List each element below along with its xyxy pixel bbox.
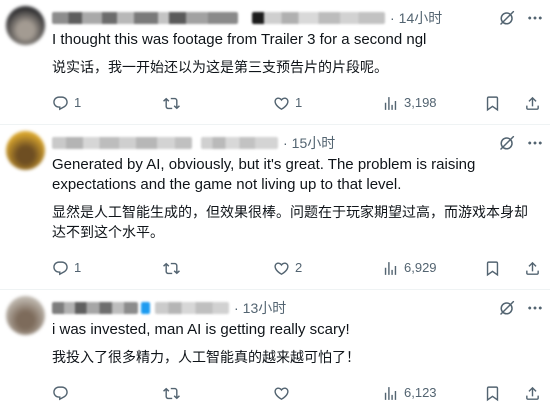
- reply-post[interactable]: · 14小时 I thought this was footage from T…: [0, 0, 550, 125]
- share-icon: [524, 260, 541, 277]
- action-bar: 6,123: [52, 383, 542, 403]
- retweet-button[interactable]: [163, 258, 180, 278]
- action-bar: 1 2 6,929: [52, 258, 542, 278]
- timestamp[interactable]: 15小时: [292, 133, 336, 153]
- bookmark-icon: [484, 260, 501, 277]
- timestamp[interactable]: 14小时: [399, 8, 443, 28]
- like-icon: [273, 95, 290, 112]
- reply-text: I thought this was footage from Trailer …: [52, 31, 427, 48]
- view-count: 6,929: [404, 260, 437, 275]
- post-header: · 15小时: [52, 133, 542, 153]
- blurred-display-name[interactable]: [52, 137, 192, 149]
- blurred-display-name[interactable]: [52, 12, 238, 24]
- blurred-handle[interactable]: [201, 137, 278, 149]
- retweet-icon: [163, 385, 180, 402]
- share-button[interactable]: [524, 258, 541, 278]
- separator-dot: ·: [234, 300, 239, 316]
- bookmark-button[interactable]: [484, 383, 501, 403]
- reply-text: i was invested, man AI is getting really…: [52, 321, 350, 338]
- grok-icon[interactable]: [498, 134, 516, 152]
- blurred-handle[interactable]: [252, 12, 385, 24]
- bookmark-button[interactable]: [484, 93, 501, 113]
- avatar[interactable]: [6, 6, 45, 45]
- separator-dot: ·: [390, 10, 395, 26]
- share-icon: [524, 385, 541, 402]
- views-icon: [382, 95, 399, 112]
- like-button[interactable]: 2: [273, 258, 302, 278]
- more-icon[interactable]: [526, 134, 544, 152]
- reply-text: Generated by AI, obviously, but it's gre…: [52, 156, 476, 193]
- reply-post[interactable]: · 15小时 Generated by AI, obviously, but i…: [0, 125, 550, 290]
- retweet-icon: [163, 260, 180, 277]
- reply-count: 1: [74, 260, 82, 275]
- blurred-display-name[interactable]: [52, 302, 138, 314]
- more-icon[interactable]: [526, 299, 544, 317]
- bookmark-icon: [484, 95, 501, 112]
- like-count: 2: [295, 260, 303, 275]
- reply-icon: [52, 260, 69, 277]
- grok-icon[interactable]: [498, 9, 516, 27]
- retweet-button[interactable]: [163, 93, 180, 113]
- verified-badge-icon: [141, 302, 150, 314]
- bookmark-icon: [484, 385, 501, 402]
- reply-button[interactable]: 1: [52, 93, 81, 113]
- avatar[interactable]: [6, 296, 45, 335]
- share-icon: [524, 95, 541, 112]
- reply-icon: [52, 95, 69, 112]
- translation-text: 说实话，我一开始还以为这是第三支预告片的片段呢。: [52, 59, 388, 75]
- views-button[interactable]: 3,198: [382, 93, 437, 113]
- views-icon: [382, 385, 399, 402]
- retweet-icon: [163, 95, 180, 112]
- more-icon[interactable]: [526, 9, 544, 27]
- reply-button[interactable]: [52, 383, 69, 403]
- like-icon: [273, 385, 290, 402]
- like-button[interactable]: [273, 383, 290, 403]
- like-icon: [273, 260, 290, 277]
- reply-count: 1: [74, 95, 82, 110]
- share-button[interactable]: [524, 383, 541, 403]
- share-button[interactable]: [524, 93, 541, 113]
- reply-post[interactable]: · 13小时 i was invested, man AI is getting…: [0, 290, 550, 414]
- post-header: · 14小时: [52, 8, 542, 28]
- grok-icon[interactable]: [498, 299, 516, 317]
- views-icon: [382, 260, 399, 277]
- view-count: 6,123: [404, 385, 437, 400]
- translation-text: 显然是人工智能生成的，但效果很棒。问题在于玩家期望过高，而游戏本身却达不到这个水…: [52, 204, 528, 240]
- bookmark-button[interactable]: [484, 258, 501, 278]
- like-button[interactable]: 1: [273, 93, 302, 113]
- views-button[interactable]: 6,929: [382, 258, 437, 278]
- reply-feed: · 14小时 I thought this was footage from T…: [0, 0, 550, 414]
- retweet-button[interactable]: [163, 383, 180, 403]
- reply-icon: [52, 385, 69, 402]
- blurred-handle[interactable]: [155, 302, 229, 314]
- views-button[interactable]: 6,123: [382, 383, 437, 403]
- avatar[interactable]: [6, 131, 45, 170]
- translation-text: 我投入了很多精力，人工智能真的越来越可怕了！: [52, 349, 360, 365]
- timestamp[interactable]: 13小时: [243, 298, 287, 318]
- separator-dot: ·: [283, 135, 288, 151]
- post-header: · 13小时: [52, 298, 542, 318]
- view-count: 3,198: [404, 95, 437, 110]
- like-count: 1: [295, 95, 303, 110]
- action-bar: 1 1 3,198: [52, 93, 542, 113]
- reply-button[interactable]: 1: [52, 258, 81, 278]
